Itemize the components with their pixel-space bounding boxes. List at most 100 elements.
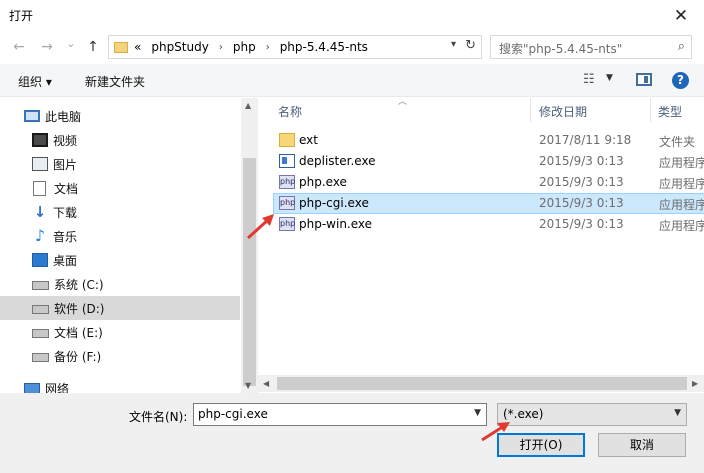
breadcrumb-current[interactable]: php-5.4.45-nts xyxy=(280,40,368,54)
sidebar-item-desktop[interactable]: 桌面 xyxy=(0,248,240,272)
search-input[interactable]: 搜索"php-5.4.45-nts" ⌕ xyxy=(490,35,692,59)
sidebar-item-label: 图片 xyxy=(53,157,78,172)
file-name: php-win.exe xyxy=(299,217,373,231)
forward-button[interactable]: → xyxy=(38,39,56,57)
filename-value: php-cgi.exe xyxy=(198,407,268,421)
chevron-right-icon[interactable]: › xyxy=(266,42,270,53)
column-header-name[interactable]: 名称 xyxy=(278,98,302,122)
scrollbar-thumb[interactable] xyxy=(243,158,256,386)
chevron-down-icon[interactable]: ▼ xyxy=(606,73,613,83)
breadcrumb-overflow[interactable]: « xyxy=(134,40,141,54)
sort-ascending-icon: ︿ xyxy=(398,98,408,107)
sidebar-item-this-pc[interactable]: 此电脑 xyxy=(0,104,240,128)
sidebar-item-drive-e[interactable]: 文档 (E:) xyxy=(0,320,240,344)
file-date: 2015/9/3 0:13 xyxy=(539,196,624,210)
file-row-selected[interactable]: php php-cgi.exe 2015/9/3 0:13 应用程序 xyxy=(273,193,704,214)
file-date: 2017/8/11 9:18 xyxy=(539,133,632,147)
preview-pane-icon[interactable] xyxy=(636,73,652,86)
desktop-icon xyxy=(32,253,48,267)
filename-field[interactable]: php-cgi.exe ▼ xyxy=(193,403,487,426)
sidebar-item-label: 音乐 xyxy=(53,229,78,244)
navigation-bar: ← → ⌄ ↑ « phpStudy › php › php-5.4.45-nt… xyxy=(0,31,704,64)
organize-button[interactable]: 组织 ▾ xyxy=(18,73,52,90)
back-button[interactable]: ← xyxy=(10,39,28,57)
recent-locations-button[interactable]: ⌄ xyxy=(62,37,80,55)
annotation-arrow-icon xyxy=(481,422,510,442)
video-icon xyxy=(32,133,48,147)
view-options-icon[interactable]: ☷ xyxy=(583,72,595,87)
sidebar-item-documents[interactable]: 文档 xyxy=(0,176,240,200)
help-icon[interactable]: ? xyxy=(672,72,689,89)
document-icon xyxy=(33,180,46,196)
sidebar-item-drive-d[interactable]: 软件 (D:) xyxy=(0,296,240,320)
breadcrumb-php[interactable]: php xyxy=(233,40,256,54)
sidebar-item-label: 软件 (D:) xyxy=(54,301,105,316)
close-button[interactable]: ✕ xyxy=(658,0,704,31)
file-type-filter[interactable]: (*.exe) ▼ xyxy=(497,403,687,426)
scroll-left-icon[interactable]: ◀ xyxy=(263,379,269,388)
sidebar-item-network[interactable]: 网络 xyxy=(0,376,240,393)
search-placeholder: 搜索"php-5.4.45-nts" xyxy=(499,42,623,56)
file-row[interactable]: deplister.exe 2015/9/3 0:13 应用程序 xyxy=(273,151,704,172)
file-row[interactable]: php php-win.exe 2015/9/3 0:13 应用程序 xyxy=(273,214,704,235)
sidebar-item-drive-f[interactable]: 备份 (F:) xyxy=(0,344,240,368)
breadcrumb-phpstudy[interactable]: phpStudy xyxy=(151,40,209,54)
title-bar: 打开 ✕ xyxy=(0,0,704,31)
refresh-icon[interactable]: ↻ xyxy=(465,38,476,53)
php-icon: php xyxy=(279,196,295,210)
chevron-down-icon[interactable]: ▼ xyxy=(674,408,681,418)
column-divider[interactable] xyxy=(650,98,651,122)
file-date: 2015/9/3 0:13 xyxy=(539,154,624,168)
toolbar: 组织 ▾ 新建文件夹 ☷ ▼ ? xyxy=(0,64,704,97)
close-icon: ✕ xyxy=(673,5,689,26)
file-name: php-cgi.exe xyxy=(299,196,369,210)
up-button[interactable]: ↑ xyxy=(84,39,102,57)
cancel-button[interactable]: 取消 xyxy=(598,433,686,457)
sidebar-item-label: 视频 xyxy=(53,133,78,148)
scrollbar-thumb[interactable] xyxy=(277,377,687,390)
scroll-down-icon[interactable]: ▼ xyxy=(245,381,251,390)
scroll-right-icon[interactable]: ▶ xyxy=(692,379,698,388)
column-header-type[interactable]: 类型 xyxy=(658,98,682,122)
network-icon xyxy=(24,382,40,393)
file-name: php.exe xyxy=(299,175,347,189)
download-icon: ↓ xyxy=(33,203,47,221)
navigation-pane: 此电脑 视频 图片 文档 ↓ 下载 ♪ 音乐 桌面 系统 (C:) 软件 (D:… xyxy=(0,98,258,393)
sidebar-item-videos[interactable]: 视频 xyxy=(0,128,240,152)
file-row[interactable]: php php.exe 2015/9/3 0:13 应用程序 xyxy=(273,172,704,193)
sidebar-item-label: 文档 (E:) xyxy=(54,325,103,340)
file-list: 名称 ︿ 修改日期 类型 ext 2017/8/11 9:18 文件夹 depl… xyxy=(258,98,704,393)
sidebar-item-drive-c[interactable]: 系统 (C:) xyxy=(0,272,240,296)
scroll-up-icon[interactable]: ▲ xyxy=(245,101,251,110)
file-name: ext xyxy=(299,133,318,147)
column-header-date[interactable]: 修改日期 xyxy=(539,98,587,122)
new-folder-button[interactable]: 新建文件夹 xyxy=(85,73,145,90)
file-type: 应用程序 xyxy=(659,198,704,212)
dialog-footer: 文件名(N): php-cgi.exe ▼ (*.exe) ▼ 打开(O) 取消 xyxy=(0,393,704,473)
address-bar[interactable]: « phpStudy › php › php-5.4.45-nts ▾ ↻ xyxy=(108,35,482,59)
chevron-down-icon[interactable]: ▼ xyxy=(474,408,481,418)
column-divider[interactable] xyxy=(530,98,531,122)
search-icon[interactable]: ⌕ xyxy=(678,39,685,54)
chevron-down-icon[interactable]: ▾ xyxy=(451,39,456,50)
file-date: 2015/9/3 0:13 xyxy=(539,175,624,189)
php-icon: php xyxy=(279,217,295,231)
sidebar-item-label: 文档 xyxy=(54,181,79,196)
sidebar-scrollbar[interactable]: ▲ ▼ xyxy=(241,98,258,393)
sidebar-item-label: 此电脑 xyxy=(45,109,82,124)
sidebar-item-pictures[interactable]: 图片 xyxy=(0,152,240,176)
chevron-right-icon[interactable]: › xyxy=(219,42,223,53)
file-date: 2015/9/3 0:13 xyxy=(539,217,624,231)
sidebar-item-downloads[interactable]: ↓ 下载 xyxy=(0,200,240,224)
file-type: 应用程序 xyxy=(659,177,704,191)
file-type: 文件夹 xyxy=(659,135,696,149)
folder-icon xyxy=(279,133,295,147)
drive-icon xyxy=(32,281,49,290)
file-row[interactable]: ext 2017/8/11 9:18 文件夹 xyxy=(273,130,704,151)
drive-icon xyxy=(32,353,49,362)
drive-icon xyxy=(32,305,49,314)
horizontal-scrollbar[interactable]: ◀ ▶ xyxy=(258,375,704,392)
sidebar-item-music[interactable]: ♪ 音乐 xyxy=(0,224,240,248)
sidebar-item-label: 桌面 xyxy=(53,253,78,268)
sidebar-item-label: 下载 xyxy=(53,205,78,220)
